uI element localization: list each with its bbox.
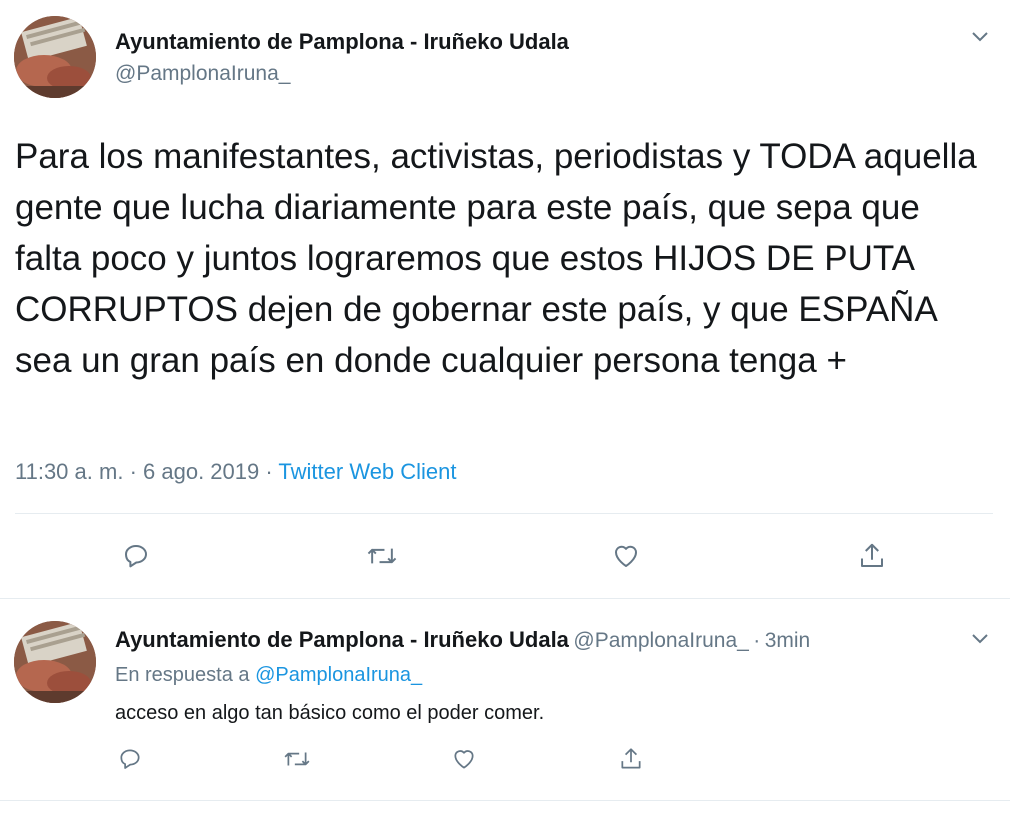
share-button[interactable]	[614, 742, 648, 776]
tweet-date[interactable]: 6 ago. 2019	[143, 459, 259, 484]
like-button[interactable]	[447, 742, 481, 776]
chevron-down-icon[interactable]	[969, 628, 991, 655]
divider	[0, 598, 1010, 599]
retweet-button[interactable]	[362, 536, 402, 576]
avatar-image	[14, 16, 96, 98]
reply-button[interactable]	[113, 742, 147, 776]
tweet-time[interactable]: 11:30 a. m.	[15, 459, 123, 484]
author-name[interactable]: Ayuntamiento de Pamplona - Iruñeko Udala	[115, 627, 569, 652]
reply-text: acceso en algo tan básico como el poder …	[115, 702, 545, 724]
retweet-icon	[367, 548, 397, 564]
avatar[interactable]	[14, 16, 96, 98]
share-icon	[861, 543, 883, 567]
avatar[interactable]	[14, 621, 96, 703]
reply-prefix: En respuesta a	[115, 664, 250, 686]
source-link[interactable]: Twitter Web Client	[278, 459, 456, 484]
tweet-meta: 11:30 a. m. · 6 ago. 2019 · Twitter Web …	[15, 459, 457, 485]
share-button[interactable]	[852, 536, 892, 576]
reply-header: Ayuntamiento de Pamplona - Iruñeko Udala…	[115, 627, 810, 653]
avatar-image	[14, 621, 96, 703]
like-button[interactable]	[606, 536, 646, 576]
reply-icon	[120, 749, 140, 769]
reply-button[interactable]	[116, 536, 156, 576]
divider	[0, 800, 1010, 801]
meta-separator: ·	[265, 459, 273, 484]
meta-separator: ·	[753, 629, 761, 652]
author-handle[interactable]: @PamplonaIruna_	[573, 629, 748, 652]
retweet-button[interactable]	[280, 742, 314, 776]
meta-separator: ·	[129, 459, 137, 484]
retweet-icon	[284, 752, 310, 766]
tweet-age[interactable]: 3min	[765, 629, 811, 652]
chevron-down-icon[interactable]	[969, 26, 991, 53]
reply-icon	[125, 545, 147, 568]
like-icon	[615, 545, 637, 567]
like-icon	[454, 750, 474, 769]
author-name[interactable]: Ayuntamiento de Pamplona - Iruñeko Udala	[115, 29, 569, 55]
divider	[15, 513, 993, 514]
share-icon	[621, 748, 641, 769]
author-handle[interactable]: @PamplonaIruna_	[115, 62, 290, 86]
reply-handle-link[interactable]: @PamplonaIruna_	[255, 664, 422, 686]
tweet-text: Para los manifestantes, activistas, peri…	[15, 137, 977, 380]
reply-context: En respuesta a @PamplonaIruna_	[115, 664, 422, 687]
